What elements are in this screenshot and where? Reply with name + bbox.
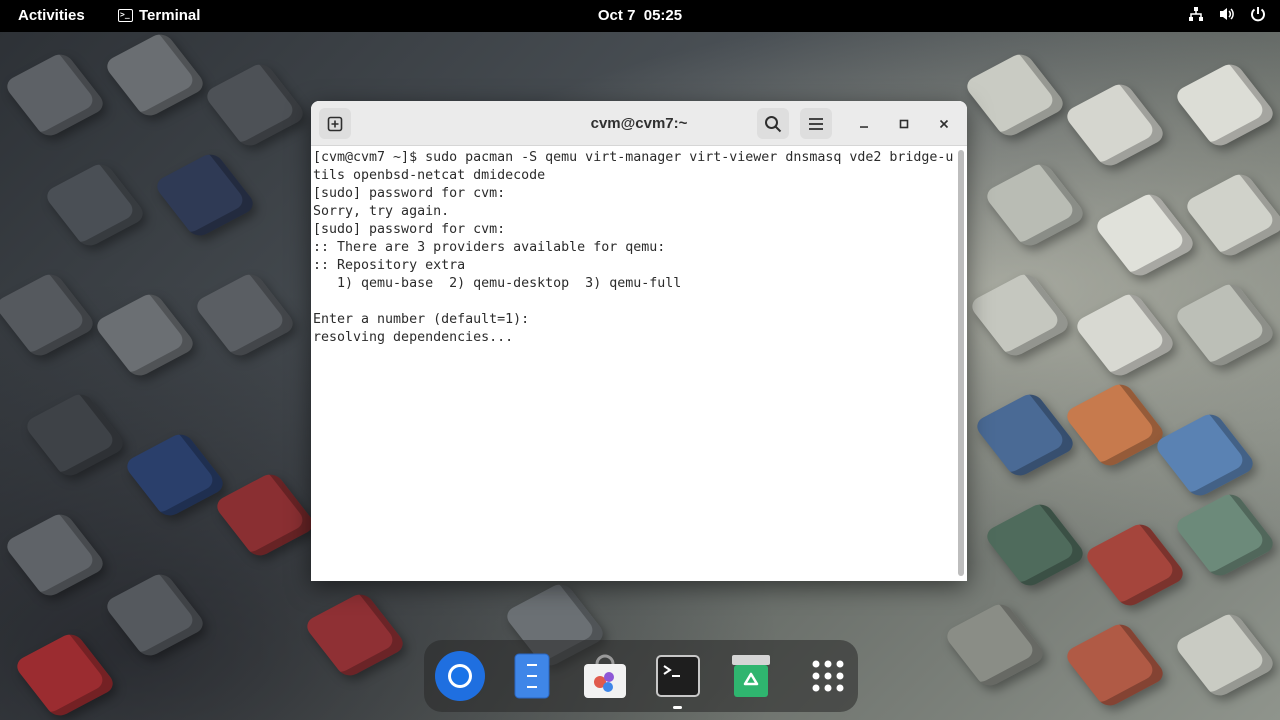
wallpaper-key: [1072, 290, 1178, 380]
terminal-line: :: There are 3 providers available for q…: [313, 240, 666, 255]
wallpaper-key: [982, 160, 1088, 250]
wallpaper-key: [22, 390, 128, 480]
power-icon[interactable]: [1250, 6, 1266, 22]
wallpaper-key: [192, 270, 298, 360]
terminal-app-icon: >_: [118, 9, 133, 22]
dock-trash[interactable]: [725, 650, 777, 702]
wallpaper-key: [942, 600, 1048, 690]
activities-button[interactable]: Activities: [18, 7, 85, 24]
maximize-button[interactable]: [892, 112, 916, 136]
wallpaper-key: [982, 500, 1088, 590]
wallpaper-key: [1172, 490, 1278, 580]
wallpaper-key: [2, 50, 108, 140]
network-icon[interactable]: [1188, 6, 1204, 22]
wallpaper-key: [42, 160, 148, 250]
search-icon: [765, 115, 782, 132]
terminal-line: [sudo] password for cvm:: [313, 186, 506, 201]
wallpaper-key: [102, 30, 208, 120]
app-grid-icon: [812, 660, 844, 692]
wallpaper-key: [122, 430, 228, 520]
wallpaper-key: [1082, 520, 1188, 610]
clock[interactable]: Oct 7 05:25: [598, 7, 682, 24]
system-tray[interactable]: [1188, 6, 1266, 22]
terminal-line: [cvm@cvm7 ~]$ sudo pacman -S qemu virt-m…: [313, 150, 954, 165]
terminal-line: 1) qemu-base 2) qemu-desktop 3) qemu-ful…: [313, 276, 682, 291]
wallpaper-key: [1062, 380, 1168, 470]
app-menu[interactable]: >_ Terminal: [118, 7, 200, 24]
minimize-icon: [860, 126, 868, 128]
wallpaper-key: [12, 630, 118, 720]
volume-icon[interactable]: [1218, 6, 1236, 22]
dock-terminal[interactable]: [652, 650, 704, 702]
wallpaper-key: [1062, 80, 1168, 170]
wallpaper-key: [152, 150, 258, 240]
wallpaper-key: [212, 470, 318, 560]
wallpaper-key: [1092, 190, 1198, 280]
terminal-line: tils openbsd-netcat dmidecode: [313, 168, 546, 183]
scrollbar[interactable]: [958, 150, 964, 576]
wallpaper-key: [2, 510, 108, 600]
window-headerbar[interactable]: cvm@cvm7:~: [311, 101, 967, 146]
wallpaper-key: [972, 390, 1078, 480]
software-icon: [584, 654, 626, 698]
dock: [424, 640, 858, 712]
wallpaper-key: [0, 270, 98, 360]
terminal-output[interactable]: [cvm@cvm7 ~]$ sudo pacman -S qemu virt-m…: [311, 146, 967, 581]
wallpaper-key: [1172, 60, 1278, 150]
wallpaper-key: [1062, 620, 1168, 710]
wallpaper-key: [1172, 610, 1278, 700]
close-icon: [939, 119, 949, 129]
terminal-line: [sudo] password for cvm:: [313, 222, 506, 237]
trash-icon: [732, 655, 770, 697]
top-bar: Activities >_ Terminal Oct 7 05:25: [0, 0, 1280, 32]
chrome-icon: [435, 651, 485, 701]
terminal-icon: [656, 655, 700, 697]
wallpaper-key: [1152, 410, 1258, 500]
menu-button[interactable]: [800, 108, 832, 139]
close-button[interactable]: [932, 112, 956, 136]
wallpaper-key: [1172, 280, 1278, 370]
wallpaper-key: [962, 50, 1068, 140]
terminal-line: Enter a number (default=1):: [313, 312, 530, 327]
wallpaper-key: [1182, 170, 1280, 260]
app-menu-label: Terminal: [139, 7, 201, 24]
terminal-line: Sorry, try again.: [313, 204, 450, 219]
wallpaper-key: [967, 270, 1073, 360]
wallpaper-key: [92, 290, 198, 380]
search-button[interactable]: [757, 108, 789, 139]
terminal-window[interactable]: cvm@cvm7:~ [cvm@cvm7 ~]$ sudo pacman -S …: [311, 101, 967, 581]
dock-app-grid[interactable]: [802, 650, 854, 702]
terminal-line: resolving dependencies...: [313, 330, 514, 345]
minimize-button[interactable]: [852, 112, 876, 136]
wallpaper-key: [202, 60, 308, 150]
dock-software[interactable]: [579, 650, 631, 702]
terminal-line: :: Repository extra: [313, 258, 466, 273]
running-indicator: [673, 706, 682, 709]
dock-chrome[interactable]: [434, 650, 486, 702]
dock-files[interactable]: [506, 650, 558, 702]
wallpaper-key: [102, 570, 208, 660]
terminal-text: [cvm@cvm7 ~]$ sudo pacman -S qemu virt-m…: [313, 149, 955, 347]
files-icon: [514, 653, 550, 699]
hamburger-menu-icon: [809, 117, 823, 130]
maximize-icon: [899, 119, 909, 129]
wallpaper-key: [302, 590, 408, 680]
